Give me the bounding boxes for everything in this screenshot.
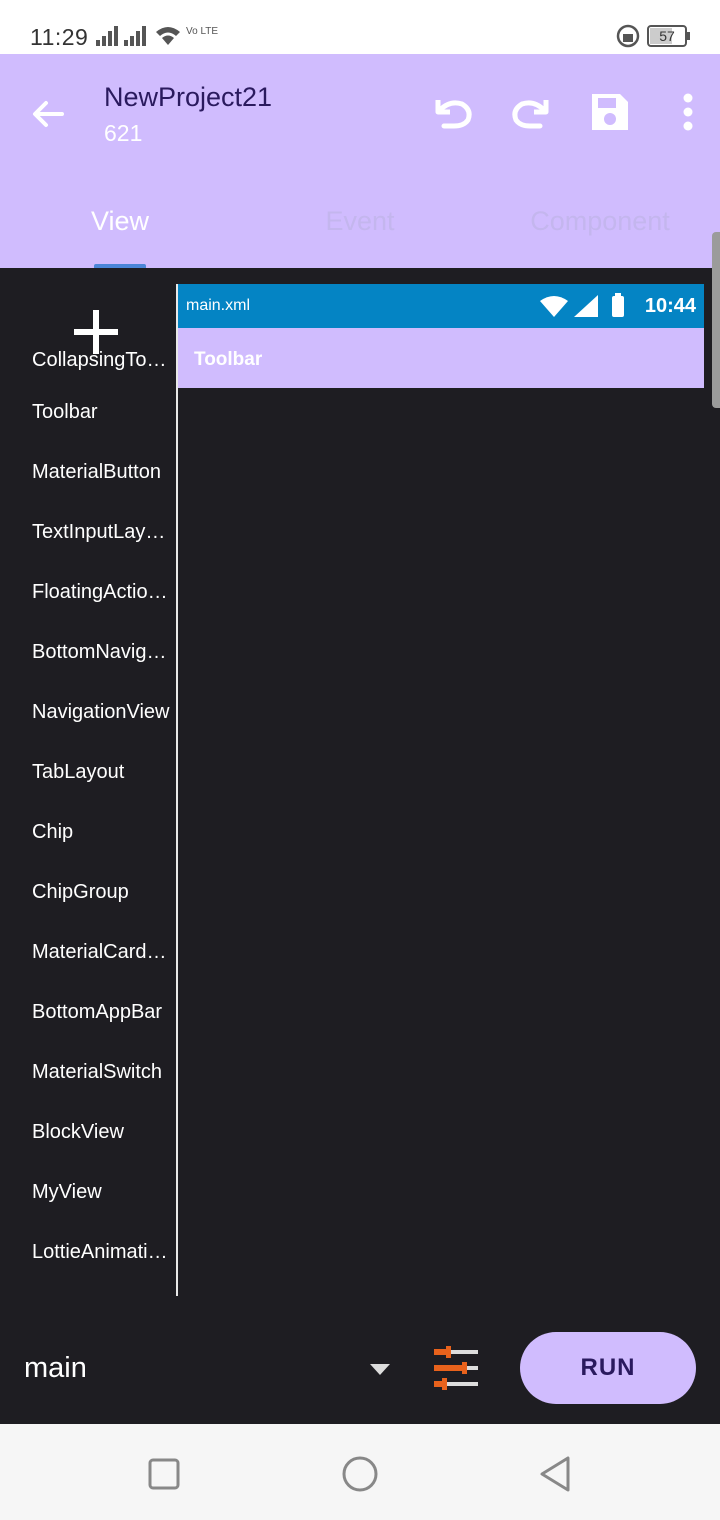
run-button[interactable]: RUN (520, 1332, 696, 1404)
palette-item[interactable]: TabLayout (0, 742, 170, 802)
palette-divider (176, 284, 178, 1296)
battery-icon: 57 (616, 24, 690, 48)
project-id: 621 (104, 120, 143, 146)
undo-icon[interactable] (428, 88, 476, 136)
preview-status-icons (540, 293, 624, 317)
palette-item[interactable]: MaterialCardView (0, 922, 170, 982)
file-select[interactable]: main (24, 1352, 87, 1385)
edge-scroll-handle[interactable] (712, 232, 720, 408)
palette-item[interactable]: FloatingActionButton (0, 562, 170, 622)
palette-item[interactable]: TextInputLayout (0, 502, 170, 562)
recent-apps-icon[interactable] (144, 1454, 184, 1494)
redo-icon[interactable] (508, 88, 556, 136)
palette-item[interactable]: BottomNavigationView (0, 622, 170, 682)
palette-item[interactable]: CollapsingToolbarLayout (0, 338, 170, 382)
project-title: NewProject21 (104, 82, 273, 112)
palette-item[interactable]: MaterialButton (0, 442, 170, 502)
more-options-icon[interactable] (664, 88, 712, 136)
preview-file-name: main.xml (186, 297, 251, 314)
preview-time: 10:44 (644, 295, 696, 317)
palette-item[interactable]: MyView (0, 1162, 170, 1222)
back-arrow-icon[interactable] (26, 92, 70, 136)
tab-component[interactable]: Component (480, 206, 720, 237)
palette-item[interactable]: BottomAppBar (0, 982, 170, 1042)
preview-status-bar: main.xml 10:44 (178, 284, 704, 328)
preview-toolbar[interactable]: Toolbar (178, 328, 704, 388)
palette-item[interactable]: ChipGroup (0, 862, 170, 922)
dropdown-arrow-icon[interactable] (370, 1364, 390, 1376)
palette-item[interactable]: MaterialSwitch (0, 1042, 170, 1102)
home-icon[interactable] (340, 1454, 380, 1494)
app-bar: NewProject21 621 View Event Component (0, 54, 720, 268)
bottom-controls: main RUN (0, 1298, 720, 1424)
signal-icons: Vo LTE (96, 26, 218, 46)
network-label: Vo LTE (186, 26, 218, 37)
tab-event[interactable]: Event (240, 206, 480, 237)
save-icon[interactable] (586, 88, 634, 136)
system-nav-bar (0, 1424, 720, 1520)
tab-view[interactable]: View (0, 206, 240, 237)
palette-item[interactable]: Chip (0, 802, 170, 862)
palette-item[interactable]: Toolbar (0, 382, 170, 442)
widget-palette: CollapsingToolbarLayoutToolbarMaterialBu… (0, 268, 176, 1298)
status-bar: 11:29 Vo LTE 57 (0, 0, 720, 54)
status-time: 11:29 (30, 24, 89, 50)
design-preview: main.xml 10:44 Toolbar (178, 284, 704, 388)
palette-item[interactable]: LottieAnimationView (0, 1222, 170, 1282)
palette-item[interactable]: BlockView (0, 1102, 170, 1162)
palette-list: CollapsingToolbarLayoutToolbarMaterialBu… (0, 349, 176, 1282)
editor-tabs: View Event Component (0, 194, 720, 268)
palette-item[interactable]: NavigationView (0, 682, 170, 742)
nav-back-icon[interactable] (536, 1454, 576, 1494)
config-sliders-icon[interactable] (432, 1344, 482, 1392)
preview-toolbar-title: Toolbar (194, 349, 263, 370)
battery-level: 57 (659, 28, 675, 44)
